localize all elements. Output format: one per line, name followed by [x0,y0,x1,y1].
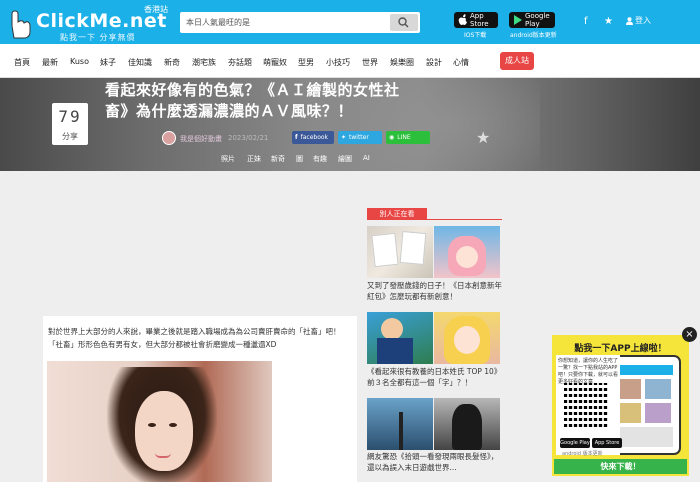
search-button[interactable] [390,14,418,31]
twitter-share-button[interactable]: ✦ twitter [338,131,382,144]
google-play-label: Google Play [525,12,550,28]
sidebar-thumbnail-3a[interactable] [367,398,433,450]
nav-item[interactable]: 最新 [42,57,58,68]
play-store-icon [514,15,522,25]
favorite-star-icon[interactable]: ★ [476,128,490,147]
share-count-box: 79 分享 [52,103,88,145]
publish-date: 2023/02/21 [228,134,269,142]
brand-tagline: 點我一下 分享無價 [60,33,136,42]
search-icon [398,17,409,28]
android-caption: android版本更新 [510,32,557,39]
sidebar-thumbnail-2a[interactable] [367,312,433,364]
user-icon [626,16,633,25]
login-link[interactable]: 登入 [626,15,651,26]
nav-item[interactable]: 設計 [426,57,442,68]
line-icon: ◉ [389,134,395,141]
nav-item[interactable]: 佳知識 [128,57,152,68]
nav-item[interactable]: 新奇 [164,57,180,68]
line-share-label: LINE [397,134,411,141]
author-name[interactable]: 我是個好動畫 [180,134,222,144]
share-count: 79 [58,107,82,126]
site-header: ClickMe.net 點我一下 分享無價 香港站 App Store IOS下… [0,0,700,44]
line-share-button[interactable]: ◉ LINE [386,131,430,144]
facebook-share-label: facebook [300,134,329,141]
sidebar-thumbnail-3b[interactable] [434,398,500,450]
sidebar-divider [367,219,502,220]
nav-item[interactable]: 潮宅族 [192,57,216,68]
sidebar-caption-3[interactable]: 網友驚恐《拾頭一看發現兩眼長髮怪》，還以為誤入末日遊戲世界... [367,451,502,473]
app-store-button[interactable]: App Store [454,12,498,28]
tag[interactable]: 照片 [221,154,235,164]
site-logo[interactable]: ClickMe.net 點我一下 分享無價 香港站 [6,4,176,42]
sidebar-thumbnail-1b[interactable] [434,226,500,278]
google-play-button[interactable]: Google Play [509,12,555,28]
ios-caption: IOS下載 [464,32,487,39]
apple-icon [458,14,467,25]
search-box [180,12,420,33]
sidebar-caption-2[interactable]: 《看起來很有教養的日本姓氏 TOP 10》前３名全都有這一個「字」？！ [367,366,502,388]
tag[interactable]: AI [363,154,370,162]
facebook-icon[interactable]: f [584,16,588,27]
nav-item[interactable]: Kuso [70,57,89,66]
nav-item[interactable]: 世界 [362,57,378,68]
ad-close-button[interactable]: × [682,327,697,342]
ad-app-store-button[interactable]: App Store [592,438,622,448]
article-paragraph: 對於世界上大部分的人來說，畢業之後就是踏入職場成為為公司賣肝賣命的「社畜」吧！「… [48,327,341,349]
tag[interactable]: 圖 [296,154,303,164]
facebook-share-button[interactable]: f facebook [292,131,334,144]
nav-item[interactable]: 夯話題 [228,57,252,68]
ad-footnote: android 版本更新 [562,451,603,457]
sidebar-caption-1[interactable]: 又到了發壓歲錢的日子！《日本創意新年紅包》怎麼玩都有新創意！ [367,280,502,302]
star-icon[interactable]: ★ [604,16,613,27]
nav-item[interactable]: 首頁 [14,57,30,68]
nav-item[interactable]: 娛樂圈 [390,57,414,68]
nav-item[interactable]: 萌寵奴 [263,57,287,68]
nav-item[interactable]: 型男 [298,57,314,68]
adult-site-button[interactable]: 成人站 [500,52,534,70]
tag[interactable]: 繪圖 [338,154,352,164]
tag[interactable]: 新奇 [271,154,285,164]
ad-download-button[interactable]: 快來下載！ [554,459,687,474]
sidebar-thumbnail-1a[interactable] [367,226,433,278]
ad-headline: 點我一下APP上線啦！ [574,344,667,354]
app-promo-ad[interactable]: 點我一下APP上線啦！ 你想知道，讓你的人生吃了一驚？找一下點我站的APP吧！只… [552,335,689,476]
twitter-share-label: twitter [349,134,369,141]
twitter-icon: ✦ [341,134,347,141]
facebook-icon: f [295,134,298,141]
search-input[interactable] [180,12,388,33]
nav-item[interactable]: 小技巧 [326,57,350,68]
article-title: 看起來好像有的色氣？《ＡＩ繪製的女性社畜》為什麼透漏濃濃的ＡＶ風味？！ [105,81,400,120]
app-store-label: App Store [470,12,489,28]
tag[interactable]: 正妹 [247,154,261,164]
ad-body: 你想知道，讓你的人生吃了一驚？找一下點我站的APP吧！只要你下載，就可以看更多好… [558,358,619,385]
ad-google-play-button[interactable]: Google Play [560,438,590,448]
share-label: 分享 [62,132,78,141]
author-avatar[interactable] [162,131,176,145]
article-photo [47,361,272,482]
login-label: 登入 [635,16,651,25]
nav-item[interactable]: 心情 [453,57,469,68]
pointer-hand-icon [11,10,31,39]
edition-label: 香港站 [144,5,168,14]
category-nav: 首頁 最新 Kuso 妹子 佳知識 新奇 潮宅族 夯話題 萌寵奴 型男 小技巧 … [0,44,700,78]
nav-item[interactable]: 妹子 [100,57,116,68]
sidebar-thumbnail-2b[interactable] [434,312,500,364]
tag[interactable]: 有趣 [313,154,327,164]
